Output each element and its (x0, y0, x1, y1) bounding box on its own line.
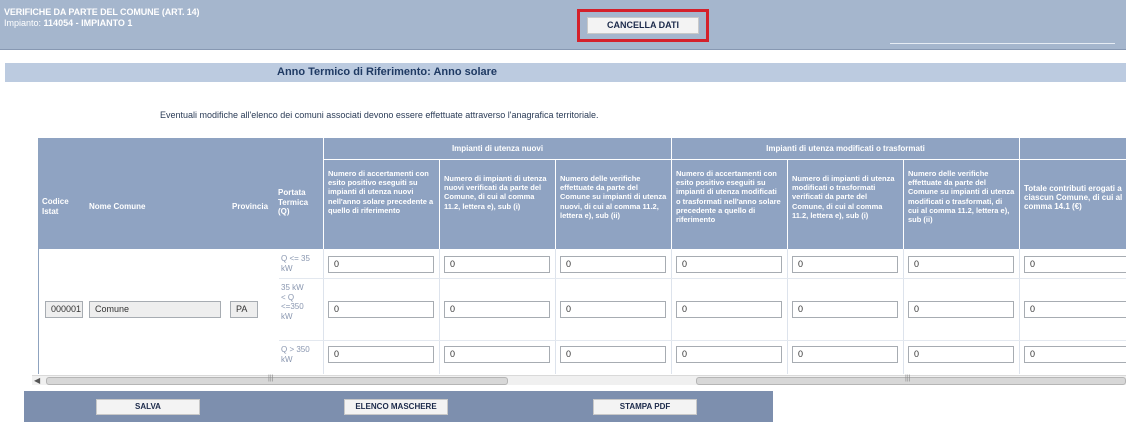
print-pdf-button[interactable]: STAMPA PDF (593, 399, 697, 415)
cancel-highlight: CANCELLA DATI (577, 9, 709, 42)
header-col-7: Totale contributi erogati a ciascun Comu… (1019, 160, 1126, 249)
reference-year-title: Anno Termico di Riferimento: Anno solare (277, 66, 498, 78)
value-input[interactable]: 0 (328, 256, 434, 273)
header-col-6: Numero delle verifiche effettuate da par… (903, 160, 1019, 249)
value-input[interactable]: 0 (328, 346, 434, 363)
mask-list-button[interactable]: ELENCO MASCHERE (344, 399, 448, 415)
value-input[interactable]: 0 (1024, 301, 1126, 318)
value-input[interactable]: 0 (792, 256, 898, 273)
value-input[interactable]: 0 (792, 301, 898, 318)
scrollbar-thumb[interactable]: ||| (46, 375, 508, 385)
codice-istat-field: 000001 (45, 301, 83, 318)
header-col-5: Numero di impianti di utenza modificati … (787, 160, 903, 249)
impianto-value: 114054 - IMPIANTO 1 (43, 18, 133, 28)
value-input[interactable]: 0 (560, 346, 666, 363)
nome-comune-field: Comune (89, 301, 221, 318)
scroll-left-arrow-icon[interactable]: ◀ (34, 376, 40, 386)
table-body: 000001 Comune PA Q <= 35 kW 35 kW < Q <=… (39, 249, 1126, 374)
save-button[interactable]: SALVA (96, 399, 200, 415)
row-divider (279, 340, 1126, 341)
col-divider (903, 249, 904, 374)
notice-text: Eventuali modifiche all'elenco dei comun… (160, 110, 599, 120)
header-nome-comune: Nome Comune (89, 202, 146, 211)
header-codice-istat: Codice Istat (42, 197, 69, 216)
verifiche-page: VERIFICHE DA PARTE DEL COMUNE (ART. 14) … (0, 0, 1126, 422)
portata-label-large: Q > 350 kW (281, 345, 310, 364)
year-band: Anno Termico di Riferimento: Anno solare (5, 63, 1126, 82)
header-col-1: Numero di accertamenti con esito positiv… (323, 160, 439, 249)
value-input[interactable]: 0 (676, 301, 782, 318)
value-input[interactable]: 0 (676, 256, 782, 273)
row-divider (279, 278, 1126, 279)
provincia-field: PA (230, 301, 258, 318)
group-header-empty (1019, 138, 1126, 160)
value-input[interactable]: 0 (560, 256, 666, 273)
header-col-2: Numero di impianti di utenza nuovi verif… (439, 160, 555, 249)
table-header: Impianti di utenza nuovi Impianti di ute… (39, 138, 1126, 249)
impianto-info: Impianto: 114054 - IMPIANTO 1 (4, 18, 132, 29)
scrollbar-thumb[interactable]: ||| (696, 375, 1126, 385)
header-portata-termica: Portata Termica (Q) (278, 188, 309, 216)
portata-label-small: Q <= 35 kW (281, 254, 310, 273)
value-input[interactable]: 0 (444, 301, 550, 318)
col-divider (1019, 249, 1020, 374)
col-divider (787, 249, 788, 374)
impianto-label: Impianto: (4, 18, 42, 28)
header-provincia: Provincia (232, 202, 269, 211)
portata-label-medium: 35 kW < Q <=350 kW (281, 283, 304, 321)
value-input[interactable]: 0 (792, 346, 898, 363)
cancel-data-button[interactable]: CANCELLA DATI (587, 17, 699, 34)
value-input[interactable]: 0 (328, 301, 434, 318)
header-col-4: Numero di accertamenti con esito positiv… (671, 160, 787, 249)
verifiche-table: Impianti di utenza nuovi Impianti di ute… (38, 138, 1126, 374)
grip-icon: ||| (268, 375, 274, 382)
col-divider (439, 249, 440, 374)
value-input[interactable]: 0 (560, 301, 666, 318)
value-input[interactable]: 0 (1024, 346, 1126, 363)
group-header-modificati: Impianti di utenza modificati o trasform… (671, 138, 1019, 160)
value-input[interactable]: 0 (908, 301, 1014, 318)
col-divider (555, 249, 556, 374)
page-title: VERIFICHE DA PARTE DEL COMUNE (ART. 14) (4, 7, 200, 17)
value-input[interactable]: 0 (444, 256, 550, 273)
page-header: VERIFICHE DA PARTE DEL COMUNE (ART. 14) … (0, 0, 1126, 50)
value-input[interactable]: 0 (1024, 256, 1126, 273)
value-input[interactable]: 0 (908, 346, 1014, 363)
value-input[interactable]: 0 (444, 346, 550, 363)
bottom-button-bar: SALVA ELENCO MASCHERE STAMPA PDF (24, 391, 773, 422)
value-input[interactable]: 0 (676, 346, 782, 363)
grip-icon: ||| (905, 375, 911, 382)
value-input[interactable]: 0 (908, 256, 1014, 273)
header-col-3: Numero delle verifiche effettuate da par… (555, 160, 671, 249)
col-divider (671, 249, 672, 374)
horizontal-scrollbar[interactable]: ◀ ||| ||| (32, 375, 1126, 385)
group-header-nuovi: Impianti di utenza nuovi (323, 138, 671, 160)
header-divider (890, 43, 1115, 44)
col-divider (323, 249, 324, 374)
